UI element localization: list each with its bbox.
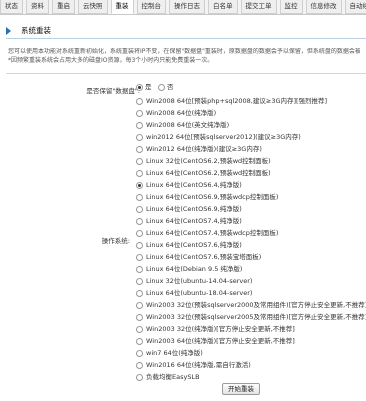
os-option-label: Win2003 64位(纯净版)[官方停止安全更新,不推荐] bbox=[146, 337, 295, 346]
os-option-label: Linux 64位(CentOS6.4,纯净版) bbox=[146, 181, 242, 190]
start-reinstall-button[interactable]: 开始重装 bbox=[222, 383, 260, 395]
os-option-label: Win2003 32位(纯净版)[官方停止安全更新,不推荐] bbox=[146, 325, 295, 334]
os-option-radio[interactable] bbox=[136, 182, 143, 189]
os-option-label: Linux 32位(CentOS6.2,预装wd控制面板) bbox=[146, 157, 271, 166]
os-option-label: Win2008 64位(纯净版) bbox=[146, 109, 216, 118]
os-option-radio[interactable] bbox=[136, 110, 143, 117]
tab-8[interactable]: 提交工单 bbox=[241, 0, 277, 14]
os-option-label: win2012 64位[预装sqlserver2012](建议≥3G内存) bbox=[146, 133, 301, 142]
section-title: 系统重装 bbox=[21, 25, 51, 36]
os-option-radio[interactable] bbox=[136, 362, 143, 369]
os-option-radio[interactable] bbox=[136, 290, 143, 297]
os-option-label: win7 64位(纯净版) bbox=[146, 349, 203, 358]
tab-9[interactable]: 监控 bbox=[280, 0, 303, 14]
os-option-radio[interactable] bbox=[136, 350, 143, 357]
os-option-radio[interactable] bbox=[136, 254, 143, 261]
tab-6[interactable]: 操作日志 bbox=[169, 0, 205, 14]
os-option-label: Linux 64位(ubuntu-18.04-server) bbox=[146, 289, 252, 298]
tab-bar: 状态资料重启云快照重装控制台操作日志白名单提交工单监控信息修改自动续 bbox=[0, 0, 366, 15]
tab-1[interactable]: 资料 bbox=[26, 0, 49, 14]
tab-3[interactable]: 云快照 bbox=[78, 0, 108, 14]
os-option-label: Linux 64位(CentOS6.9,预装wdcp控制面板) bbox=[146, 193, 278, 202]
os-option-label: Linux 64位(CentOS6.9,纯净版) bbox=[146, 205, 242, 214]
keep-disk-yes-label: 是 bbox=[145, 83, 152, 92]
os-option-label: Linux 64位(CentOS7.4,预装wdcp控制面板) bbox=[146, 229, 278, 238]
os-option-radio[interactable] bbox=[136, 134, 143, 141]
tab-2[interactable]: 重启 bbox=[52, 0, 75, 14]
tab-10[interactable]: 信息修改 bbox=[306, 0, 342, 14]
os-option-radio[interactable] bbox=[136, 266, 143, 273]
section-header: 系统重装 bbox=[6, 24, 366, 39]
os-option-radio[interactable] bbox=[136, 314, 143, 321]
os-option-radio[interactable] bbox=[136, 98, 143, 105]
os-option-label: Win2003 32位(预装sqlserver2005及常用组件)[官方停止安全… bbox=[146, 313, 366, 322]
notice-text: 您可以使用本功能对系统重新初始化，系统重装将IP不变，在保留"数据盘"重装时，原… bbox=[8, 48, 360, 65]
os-option-radio[interactable] bbox=[136, 242, 143, 249]
os-option-radio[interactable] bbox=[136, 170, 143, 177]
keep-disk-no-label: 否 bbox=[167, 83, 174, 92]
notice-line-1: 您可以使用本功能对系统重新初始化，系统重装将IP不变，在保留"数据盘"重装时，原… bbox=[8, 48, 360, 57]
os-option-radio[interactable] bbox=[136, 326, 143, 333]
notice-line-2: *因频繁重装系统会占用大多的磁盘IO资源，每3个小时内只能免费重装一次。 bbox=[8, 57, 360, 66]
keep-disk-label: 是否保留"数据盘": bbox=[86, 85, 140, 95]
os-option-label: Win2003 32位(预装sqlserver2000及常用组件)[官方停止安全… bbox=[146, 301, 366, 310]
os-option-radio[interactable] bbox=[136, 302, 143, 309]
os-option-radio[interactable] bbox=[136, 194, 143, 201]
os-label: 操作系统: bbox=[102, 235, 130, 245]
os-option-label: 负载均衡EasySLB bbox=[146, 373, 200, 382]
os-option-label: Linux 32位(ubuntu-14.04-server) bbox=[146, 277, 252, 286]
os-option-radio[interactable] bbox=[136, 230, 143, 237]
tab-7[interactable]: 白名单 bbox=[208, 0, 238, 14]
keep-disk-no-radio[interactable] bbox=[158, 84, 165, 91]
os-option-radio[interactable] bbox=[136, 338, 143, 345]
os-option-label: Linux 64位(CentOS7.6,纯净版) bbox=[146, 241, 242, 250]
tab-11[interactable]: 自动续 bbox=[345, 0, 366, 14]
os-option-label: Linux 64位(CentOS6.2,预装wd控制面板) bbox=[146, 169, 271, 178]
tab-5[interactable]: 控制台 bbox=[137, 0, 167, 14]
os-option-radio[interactable] bbox=[136, 278, 143, 285]
os-option-label: Linux 64位(CentOS7.4,纯净版) bbox=[146, 217, 242, 226]
keep-disk-yes-radio[interactable] bbox=[136, 84, 143, 91]
os-option-radio[interactable] bbox=[136, 206, 143, 213]
os-option-label: Linux 64位(Debian 9.5 纯净版) bbox=[146, 265, 242, 274]
os-option-label: Win2008 64位[预装php+sql2008,建议≥3G内存][强烈推荐] bbox=[146, 97, 327, 106]
os-option-radio[interactable] bbox=[136, 146, 143, 153]
os-option-label: Win2016 64位(纯净版,需自行激活) bbox=[146, 361, 251, 370]
os-option-label: Win2008 64位(英文纯净版) bbox=[146, 121, 229, 130]
os-option-label: Win2012 64位(纯净版)(建议≥3G内存) bbox=[146, 145, 262, 154]
os-option-label: Linux 64位(CentOS7.6,预装宝塔面板) bbox=[146, 253, 261, 262]
os-option-radio[interactable] bbox=[136, 218, 143, 225]
os-option-radio[interactable] bbox=[136, 374, 143, 381]
os-option-radio[interactable] bbox=[136, 122, 143, 129]
tab-0[interactable]: 状态 bbox=[0, 0, 23, 14]
os-option-radio[interactable] bbox=[136, 158, 143, 165]
section-arrow-icon bbox=[6, 27, 11, 35]
tab-4[interactable]: 重装 bbox=[111, 0, 134, 14]
